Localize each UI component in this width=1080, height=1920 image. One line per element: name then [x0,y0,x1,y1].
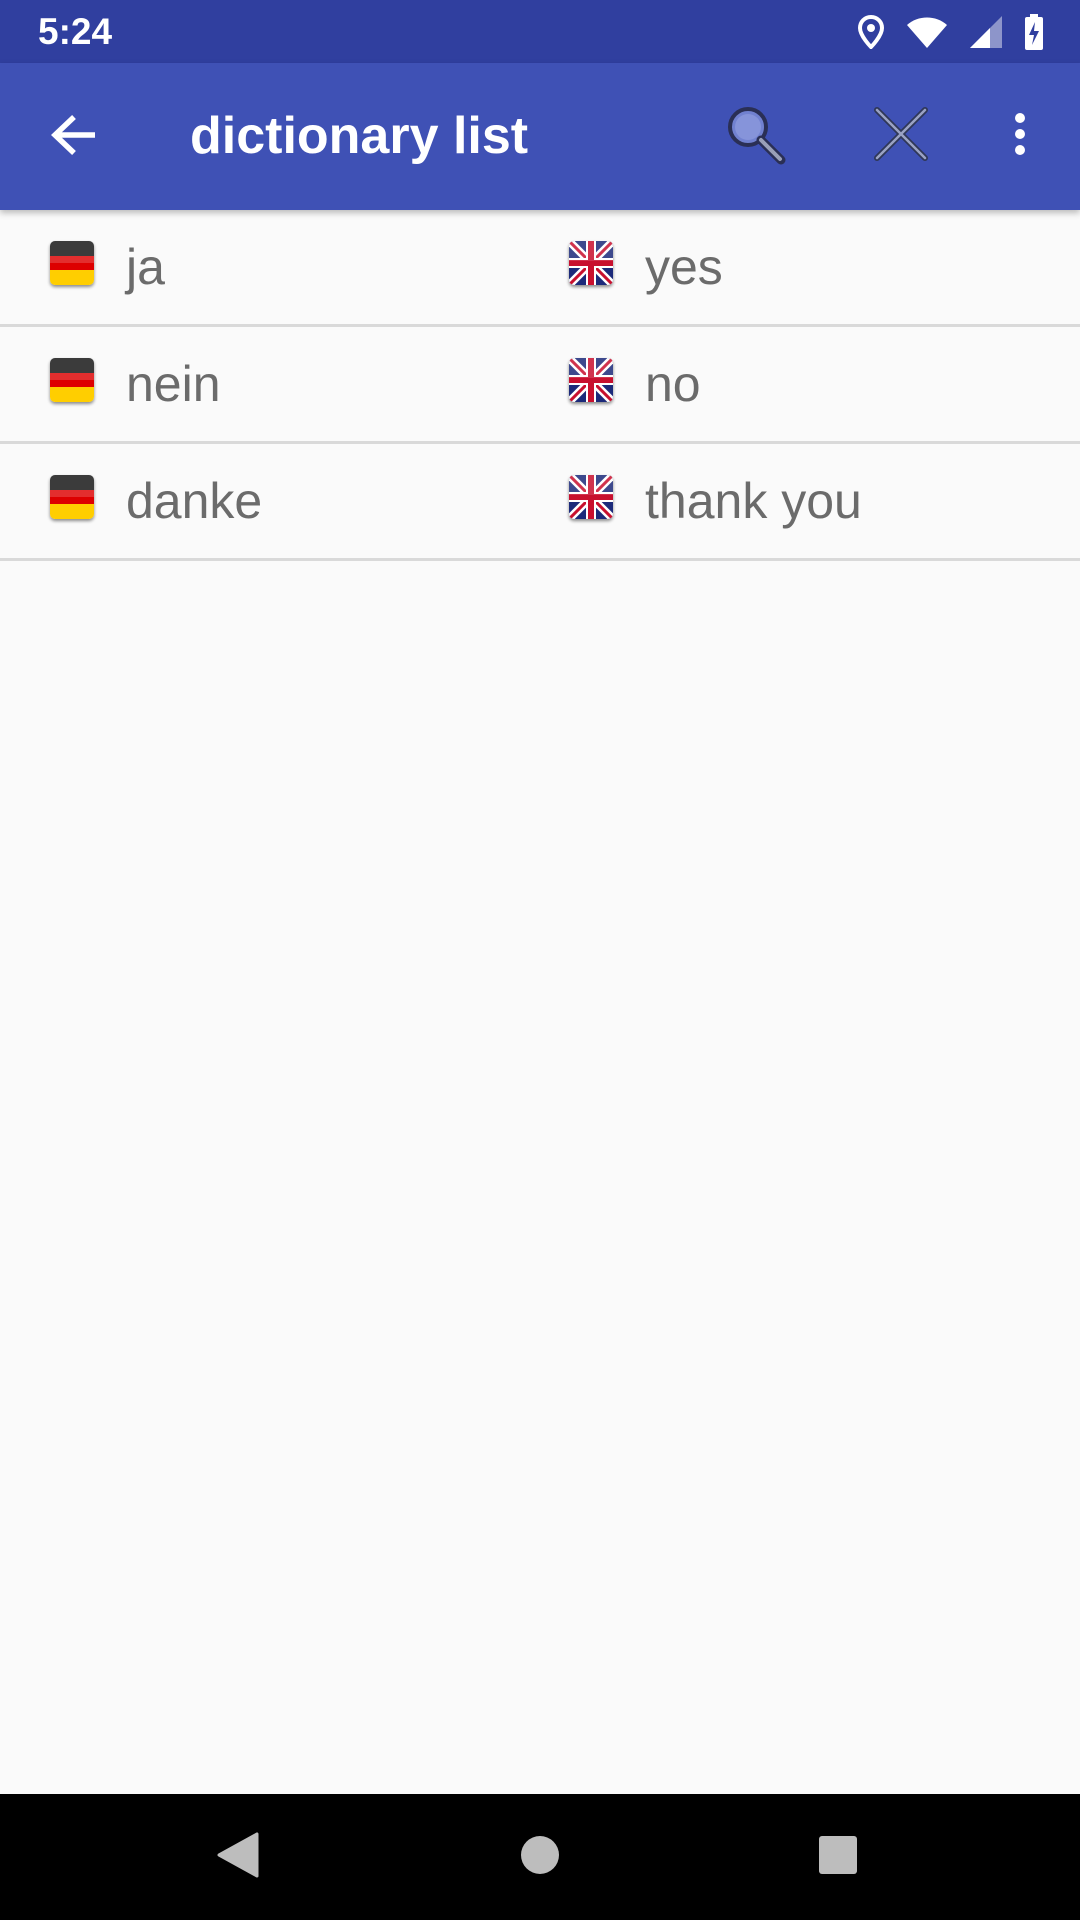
target-word: yes [645,239,723,295]
dictionary-list: ja yes nein no danke thank you [0,210,1080,561]
list-item[interactable]: ja yes [0,210,1080,327]
status-time: 5:24 [38,11,113,52]
uk-flag-icon [569,358,613,402]
search-icon [723,102,787,171]
page-title: dictionary list [190,107,529,165]
app-bar: dictionary list [0,63,1080,210]
source-cell: ja [50,210,165,324]
target-word: no [645,356,701,412]
target-word: thank you [645,473,862,529]
target-cell: thank you [569,444,862,558]
screen: 5:24 dictionary list ja yes nein no dank… [0,0,1080,1920]
nav-home-icon [520,1835,560,1880]
source-word: ja [126,239,165,295]
german-flag-icon [50,241,94,285]
german-flag-icon [50,475,94,519]
nav-recents-icon [818,1835,858,1880]
source-cell: nein [50,327,221,441]
more-vert-icon [1014,112,1026,161]
signal-icon [970,16,1002,48]
navigation-bar [0,1794,1080,1920]
german-flag-icon [50,358,94,402]
close-icon [873,106,929,167]
list-item[interactable]: danke thank you [0,444,1080,561]
nav-back-icon [217,1832,259,1883]
uk-flag-icon [569,241,613,285]
uk-flag-icon [569,475,613,519]
source-cell: danke [50,444,262,558]
source-word: nein [126,356,221,412]
nav-home-button[interactable] [495,1822,585,1892]
source-word: danke [126,473,263,529]
arrow-back-icon [49,113,99,162]
location-icon [858,15,884,49]
status-bar: 5:24 [0,0,1080,63]
back-button[interactable] [32,95,116,179]
clear-button[interactable] [856,91,946,181]
search-button[interactable] [710,91,800,181]
more-options-button[interactable] [990,91,1050,181]
battery-charging-icon [1024,14,1044,50]
list-item[interactable]: nein no [0,327,1080,444]
wifi-icon [906,16,948,48]
target-cell: yes [569,210,723,324]
status-icons [858,12,1044,52]
target-cell: no [569,327,701,441]
nav-recents-button[interactable] [793,1822,883,1892]
nav-back-button[interactable] [193,1822,283,1892]
